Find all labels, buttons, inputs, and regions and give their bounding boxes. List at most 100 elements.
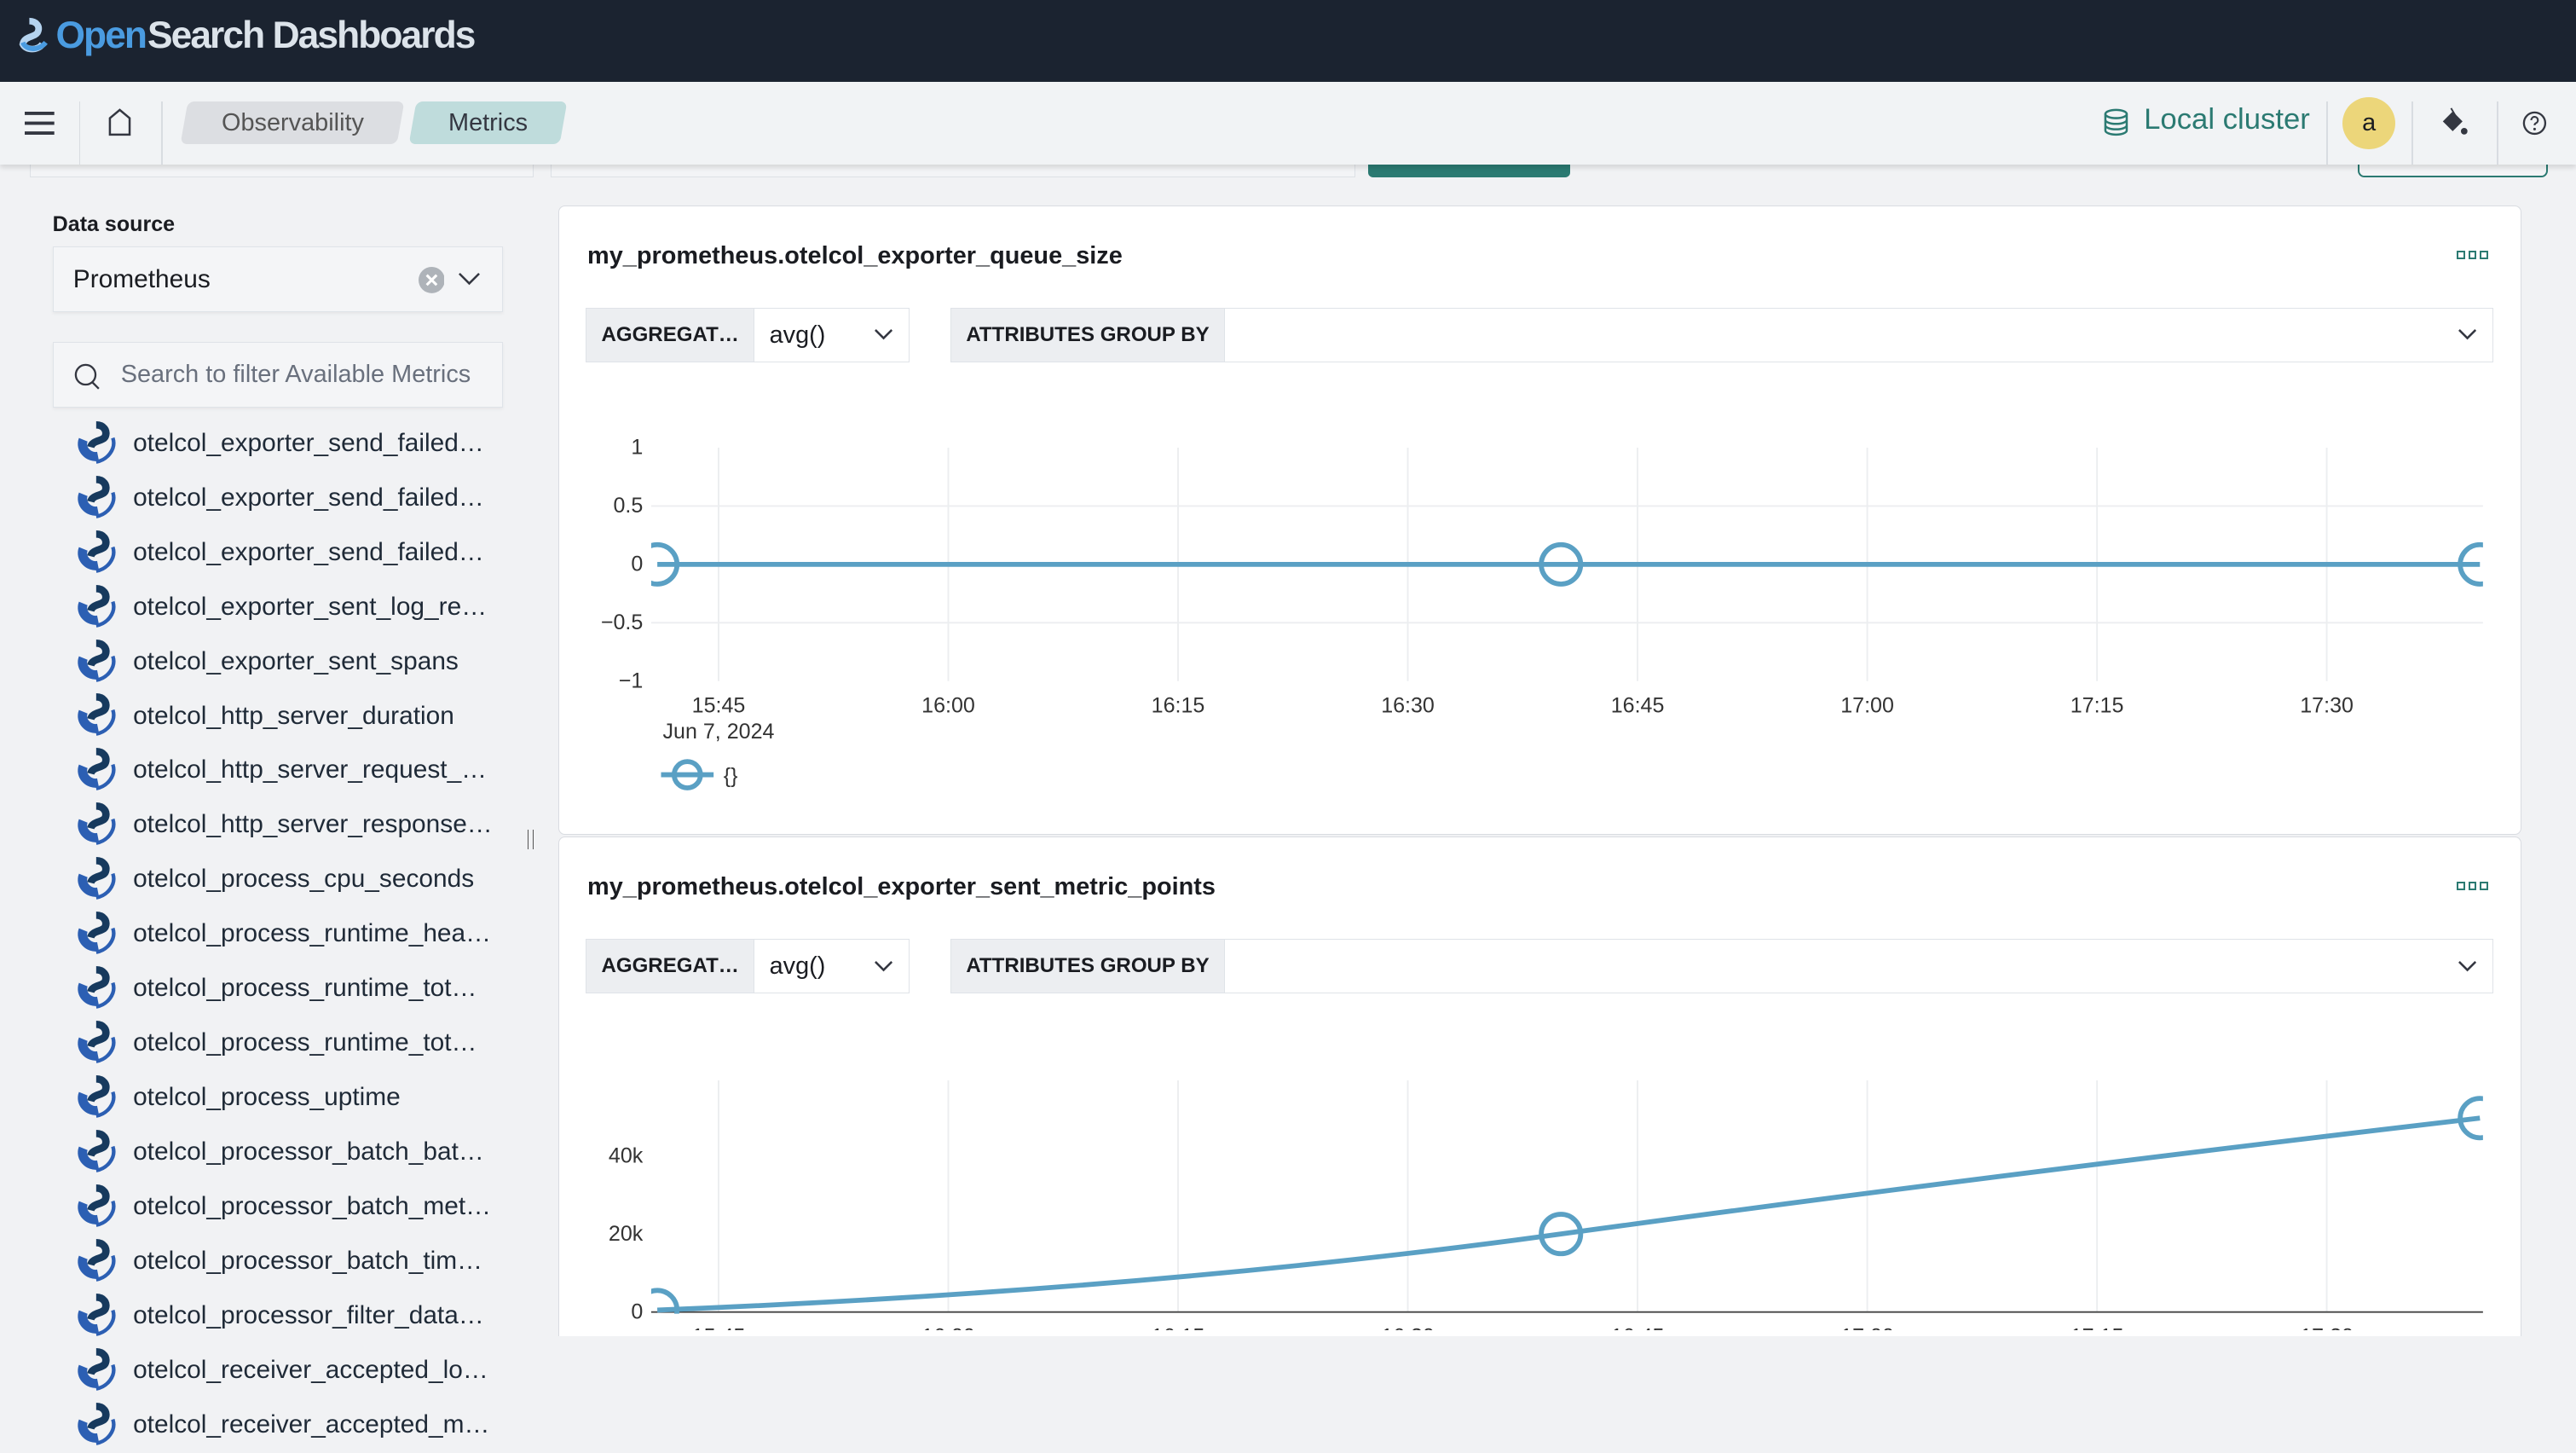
chevron-down-icon [2458, 960, 2477, 971]
data-source-label: Data source [52, 211, 176, 236]
x-tick-label: 16:15 [1152, 1325, 1205, 1331]
metric-list-item[interactable]: otelcol_process_uptime [76, 1070, 519, 1125]
background-action-button [2357, 164, 2549, 178]
prometheus-metric-icon [77, 639, 116, 682]
x-tick-label: 17:30 [2301, 694, 2354, 718]
metric-name: otelcol_processor_batch_tim… [133, 1247, 483, 1276]
metric-list-item[interactable]: otelcol_receiver_accepted_lo… [76, 1343, 519, 1398]
x-tick-label: 17:15 [2071, 1325, 2124, 1331]
resize-handle[interactable] [527, 830, 534, 850]
metric-list-item[interactable]: otelcol_processor_batch_bat… [76, 1125, 519, 1179]
x-tick-label: 16:30 [1381, 1325, 1435, 1331]
chevron-down-icon[interactable] [458, 270, 481, 287]
chevron-down-icon [875, 329, 893, 340]
metric-name: otelcol_exporter_send_failed… [133, 428, 484, 457]
cluster-selector[interactable]: Local cluster [2144, 103, 2310, 136]
prometheus-metric-icon [77, 748, 116, 791]
breadcrumb-observability[interactable]: Observability [180, 101, 405, 145]
prometheus-metric-icon [77, 912, 116, 955]
breadcrumb-metrics[interactable]: Metrics [408, 101, 568, 145]
prometheus-metric-icon [77, 966, 116, 1010]
x-tick-label: 17:30 [2301, 1325, 2354, 1331]
panel-options-icon[interactable] [2457, 250, 2488, 259]
prometheus-metric-icon [77, 1021, 116, 1064]
clear-icon[interactable] [418, 267, 445, 294]
x-date-label: Jun 7, 2024 [663, 720, 775, 744]
metric-list-item[interactable]: otelcol_http_server_request_… [76, 744, 519, 798]
panel-title: my_prometheus.otelcol_exporter_sent_metr… [587, 873, 1216, 901]
prometheus-metric-icon [77, 1130, 116, 1173]
background-search-bar [550, 164, 1356, 178]
metric-list-item[interactable]: otelcol_http_server_response… [76, 797, 519, 852]
metric-list-item[interactable]: otelcol_exporter_send_failed… [76, 525, 519, 580]
metric-list-item[interactable]: otelcol_processor_batch_met… [76, 1179, 519, 1234]
x-tick-label: 16:30 [1381, 694, 1435, 718]
y-tick-label: 0 [632, 1300, 644, 1324]
metric-list-item[interactable]: otelcol_exporter_sent_log_re… [76, 580, 519, 634]
metric-list-item[interactable]: otelcol_process_runtime_tot… [76, 961, 519, 1016]
metric-name: otelcol_http_server_request_… [133, 755, 488, 784]
chevron-down-icon [2458, 329, 2477, 340]
x-tick-label: 17:15 [2071, 694, 2124, 718]
metric-name: otelcol_processor_batch_bat… [133, 1138, 484, 1166]
attributes-group-by-select[interactable]: ATTRIBUTES GROUP BY [950, 939, 2493, 994]
metric-name: otelcol_process_cpu_seconds [133, 865, 475, 894]
prometheus-metric-icon [77, 1348, 116, 1392]
prometheus-metric-icon [77, 1075, 116, 1119]
y-tick-label: −1 [619, 669, 644, 693]
x-tick-label: 16:15 [1152, 694, 1205, 718]
panel-title: my_prometheus.otelcol_exporter_queue_siz… [587, 242, 1123, 270]
home-icon[interactable] [108, 108, 131, 136]
data-source-select[interactable]: Prometheus [52, 246, 503, 313]
database-icon [2104, 108, 2128, 136]
metric-name: otelcol_http_server_duration [133, 701, 454, 730]
background-tab-strip [29, 164, 534, 178]
metric-list-item[interactable]: otelcol_processor_filter_data… [76, 1288, 519, 1343]
y-tick-label: 40k [609, 1144, 644, 1168]
metric-name: otelcol_receiver_accepted_m… [133, 1410, 490, 1439]
metric-chart[interactable]: 15:45 16:00 16:15 16:30 16:45 17:00 17:15 17:30… [559, 403, 2521, 831]
prometheus-metric-icon [77, 802, 116, 846]
y-tick-label: 1 [632, 436, 644, 460]
prometheus-metric-icon [77, 420, 116, 464]
metric-chart[interactable]: 15:45 16:00 16:15 16:30 16:45 17:00 17:15 17:30… [559, 1034, 2521, 1330]
metrics-search-input[interactable]: Search to filter Available Metrics [52, 341, 503, 408]
metric-list-item[interactable]: otelcol_processor_batch_tim… [76, 1234, 519, 1288]
x-tick-label: 16:00 [921, 1325, 975, 1331]
metric-list-item[interactable]: otelcol_process_runtime_hea… [76, 906, 519, 961]
metric-panel-queue-size: my_prometheus.otelcol_exporter_queue_siz… [558, 205, 2522, 836]
x-tick-label: 16:45 [1611, 1325, 1665, 1331]
theme-paint-icon[interactable] [2438, 107, 2471, 140]
opensearch-logo[interactable]: Open Search Dashboards [16, 14, 476, 57]
metric-list-item[interactable]: otelcol_exporter_send_failed… [76, 416, 519, 471]
prometheus-metric-icon [77, 475, 116, 518]
metric-list-item[interactable]: otelcol_http_server_duration [76, 689, 519, 744]
aggregation-select[interactable]: AGGREGAT… avg() [586, 308, 910, 362]
search-icon [74, 363, 100, 390]
prometheus-metric-icon [77, 1403, 116, 1446]
aggregation-select[interactable]: AGGREGAT… avg() [586, 939, 910, 994]
y-tick-label: 0 [632, 553, 644, 576]
available-metrics-list: otelcol_exporter_send_failed… otelcol_exp… [76, 416, 519, 1453]
menu-icon[interactable] [24, 112, 55, 136]
user-avatar[interactable]: a [2342, 96, 2395, 150]
metric-name: otelcol_exporter_send_failed… [133, 537, 484, 566]
metric-list-item[interactable]: otelcol_process_cpu_seconds [76, 852, 519, 906]
metric-name: otelcol_exporter_sent_spans [133, 646, 459, 675]
metric-name: otelcol_process_runtime_tot… [133, 1028, 477, 1057]
metric-list-item[interactable]: otelcol_process_runtime_tot… [76, 1016, 519, 1070]
metric-list-item[interactable]: otelcol_receiver_accepted_m… [76, 1398, 519, 1452]
y-tick-label: −0.5 [601, 611, 643, 634]
metric-name: otelcol_http_server_response… [133, 810, 493, 839]
attributes-group-by-select[interactable]: ATTRIBUTES GROUP BY [950, 308, 2493, 362]
panel-options-icon[interactable] [2457, 882, 2488, 890]
metric-name: otelcol_process_runtime_tot… [133, 974, 477, 1003]
help-icon[interactable] [2521, 110, 2548, 136]
metric-name: otelcol_exporter_send_failed… [133, 483, 484, 512]
prometheus-metric-icon [77, 1239, 116, 1282]
metric-list-item[interactable]: otelcol_exporter_sent_spans [76, 634, 519, 689]
prometheus-metric-icon [77, 1294, 116, 1337]
metric-list-item[interactable]: otelcol_exporter_send_failed… [76, 471, 519, 525]
x-tick-label: 17:00 [1841, 1325, 1895, 1331]
x-tick-label: 16:45 [1611, 694, 1665, 718]
